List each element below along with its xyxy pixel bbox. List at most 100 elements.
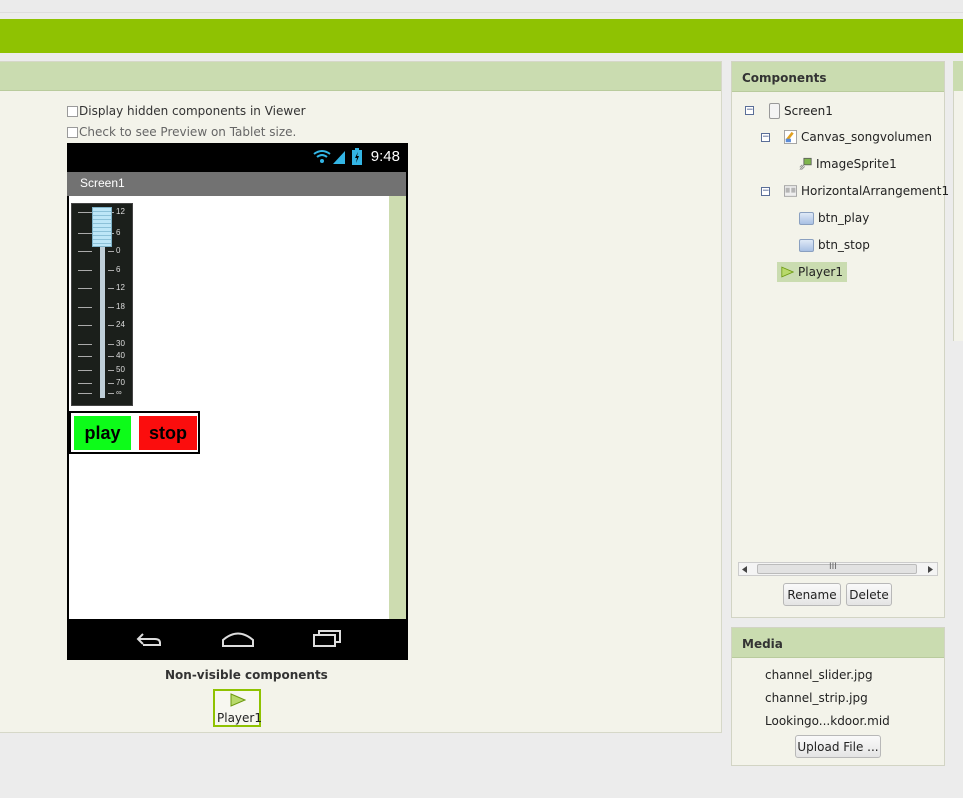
- slider-tick: [78, 370, 92, 371]
- tree-item-imagesprite[interactable]: ImageSprite1: [799, 157, 897, 171]
- slider-tick: [78, 325, 92, 326]
- status-time: 9:48: [370, 148, 400, 165]
- tree-label: btn_play: [818, 211, 870, 225]
- viewer-header: [0, 62, 721, 91]
- delete-button[interactable]: Delete: [846, 583, 892, 606]
- slider-tick: [78, 307, 92, 308]
- player-icon: [230, 693, 246, 707]
- app-header-bar: [0, 19, 963, 53]
- slider-tick-label: 50: [116, 365, 125, 374]
- back-icon[interactable]: [135, 631, 163, 647]
- screen-icon: [769, 103, 780, 119]
- phone-scroll-strip: [389, 196, 406, 619]
- tree-item-player1[interactable]: Player1: [777, 262, 847, 282]
- slider-tick: [78, 251, 92, 252]
- screen-title: Screen1: [80, 176, 125, 190]
- horizontal-arrangement: play stop: [69, 411, 200, 454]
- display-hidden-checkbox-row[interactable]: Display hidden components in Viewer: [67, 104, 306, 118]
- collapse-horizontal-toggle[interactable]: −: [761, 187, 770, 196]
- components-horizontal-scrollbar[interactable]: III: [738, 562, 938, 576]
- slider-tick: [78, 383, 92, 384]
- battery-icon: [352, 148, 362, 165]
- slider-tick-label: 40: [116, 351, 125, 360]
- slider-tick: [108, 307, 114, 308]
- recent-apps-icon[interactable]: [312, 630, 342, 648]
- tree-label: btn_stop: [818, 238, 870, 252]
- stop-button[interactable]: stop: [139, 416, 197, 450]
- collapse-canvas-toggle[interactable]: −: [761, 133, 770, 142]
- phone-status-bar: 9:48: [67, 143, 408, 171]
- slider-tick-label: 6: [116, 228, 121, 237]
- slider-tick-label: 12: [116, 283, 125, 292]
- slider-tick: [108, 356, 114, 357]
- media-title: Media: [732, 628, 944, 658]
- slider-tick: [108, 251, 114, 252]
- tree-item-btn-play[interactable]: btn_play: [799, 211, 869, 225]
- button-icon: [799, 211, 814, 225]
- scroll-left-arrow-icon[interactable]: [742, 566, 748, 573]
- slider-tick-label: 12: [116, 207, 125, 216]
- media-file-item[interactable]: channel_strip.jpg: [765, 691, 868, 705]
- slider-tick: [108, 393, 114, 394]
- slider-tick: [78, 356, 92, 357]
- player-nonvisible-component[interactable]: Player1: [213, 689, 262, 727]
- phone-title-bar: Screen1: [67, 172, 406, 196]
- image-sprite-icon: [799, 157, 812, 170]
- properties-panel-edge: [953, 61, 963, 341]
- collapse-screen1-toggle[interactable]: −: [745, 106, 754, 115]
- tree-item-screen1[interactable]: Screen1: [769, 103, 833, 119]
- phone-screen: 12 6 0 6 12 18 24 30 40 50 70 ∞ play stop: [69, 196, 389, 619]
- slider-tick-label: 30: [116, 339, 125, 348]
- volume-slider-canvas[interactable]: 12 6 0 6 12 18 24 30 40 50 70 ∞: [71, 203, 133, 406]
- canvas-icon: [784, 130, 797, 144]
- tree-item-horizontal-arrangement[interactable]: HorizontalArrangement1: [784, 184, 949, 198]
- tablet-preview-checkbox-row[interactable]: Check to see Preview on Tablet size.: [67, 125, 296, 139]
- display-hidden-label: Display hidden components in Viewer: [79, 104, 306, 118]
- properties-panel-edge-header: [953, 61, 963, 91]
- play-button[interactable]: play: [74, 416, 131, 450]
- player-label: Player1: [217, 711, 262, 725]
- phone-preview: 9:48 Screen1 12 6 0 6 12 18 24 30 40 50 70 ∞ play s…: [67, 143, 408, 660]
- media-file-item[interactable]: Lookingo...kdoor.mid: [765, 714, 890, 728]
- player-icon: [781, 266, 794, 278]
- scroll-grip: III: [829, 562, 837, 572]
- horizontal-arrangement-icon: [784, 185, 797, 197]
- components-title: Components: [732, 62, 944, 92]
- nonvisible-components-label: Non-visible components: [165, 668, 328, 682]
- slider-tick: [78, 212, 92, 213]
- tree-label: Player1: [798, 265, 843, 279]
- phone-nav-bar: [67, 619, 408, 660]
- slider-tick: [108, 344, 114, 345]
- button-icon: [799, 238, 814, 252]
- top-strip: [0, 0, 963, 13]
- slider-tick: [108, 325, 114, 326]
- slider-tick-label: 6: [116, 265, 121, 274]
- upload-file-button[interactable]: Upload File ...: [795, 735, 881, 758]
- rename-button[interactable]: Rename: [783, 583, 841, 606]
- media-file-item[interactable]: channel_slider.jpg: [765, 668, 873, 682]
- home-icon[interactable]: [222, 630, 254, 648]
- scroll-thumb[interactable]: III: [757, 562, 917, 574]
- tree-label: Canvas_songvolumen: [801, 130, 932, 144]
- components-panel: Components: [731, 61, 945, 618]
- slider-tick: [78, 288, 92, 289]
- slider-tick-label: 70: [116, 378, 125, 387]
- tree-item-btn-stop[interactable]: btn_stop: [799, 238, 870, 252]
- slider-tick: [108, 288, 114, 289]
- slider-tick-label: 0: [116, 246, 121, 255]
- slider-knob-sprite[interactable]: [92, 207, 112, 247]
- slider-tick: [78, 393, 92, 394]
- tablet-preview-checkbox[interactable]: [67, 126, 78, 138]
- slider-tick: [78, 270, 92, 271]
- tree-item-canvas[interactable]: Canvas_songvolumen: [784, 130, 932, 144]
- tree-label: Screen1: [784, 104, 833, 118]
- display-hidden-checkbox[interactable]: [67, 105, 78, 117]
- wifi-signal-icon: [313, 150, 345, 164]
- tree-label: HorizontalArrangement1: [801, 184, 950, 198]
- slider-tick-label: ∞: [116, 388, 122, 397]
- tablet-preview-label: Check to see Preview on Tablet size.: [79, 125, 297, 139]
- scroll-right-arrow-icon[interactable]: [928, 566, 934, 573]
- slider-tick: [108, 383, 114, 384]
- slider-tick-label: 18: [116, 302, 125, 311]
- slider-tick: [78, 233, 92, 234]
